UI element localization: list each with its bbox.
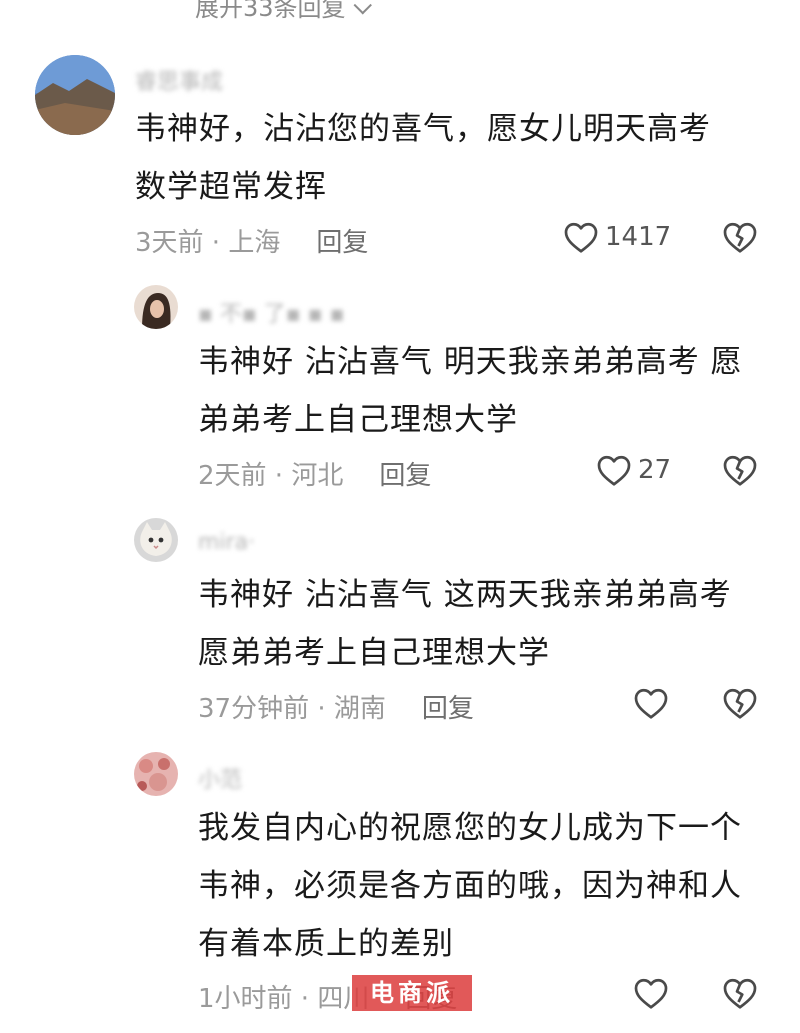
comment-text-line: 韦神好，沾沾您的喜气，愿女儿明天高考 (135, 111, 711, 147)
reply-button[interactable]: 回复 (422, 694, 474, 724)
comment-time: 3天前 (135, 228, 204, 258)
comment-text-line: 有着本质上的差别 (198, 926, 454, 962)
comment-text: 韦神好 沾沾喜气 这两天我亲弟弟高考 愿弟弟考上自己理想大学 (198, 566, 778, 682)
avatar[interactable] (134, 518, 178, 562)
like-count: 27 (638, 455, 672, 485)
comment-meta: 2天前 · 河北 回复 (198, 461, 432, 491)
avatar[interactable] (35, 55, 115, 135)
watermark: 电商派 (352, 975, 472, 1011)
comment-text: 韦神好 沾沾喜气 明天我亲弟弟高考 愿 弟弟考上自己理想大学 (198, 333, 778, 449)
avatar[interactable] (134, 285, 178, 329)
comment-meta: 3天前 · 上海 回复 (135, 228, 369, 258)
comment-location: 湖南 (333, 694, 386, 724)
chevron-down-icon (353, 0, 372, 15)
broken-heart-icon[interactable] (722, 976, 758, 1010)
heart-outline-icon[interactable] (633, 976, 669, 1010)
broken-heart-icon[interactable] (722, 686, 758, 720)
comment-text-line: 韦神好 沾沾喜气 明天我亲弟弟高考 愿 (198, 344, 743, 380)
expand-replies-label: 展开33条回复 (195, 0, 346, 22)
heart-outline-icon[interactable] (633, 686, 669, 720)
reply-button[interactable]: 回复 (316, 228, 368, 258)
comment-location: 河北 (291, 461, 344, 491)
comment-meta: 37分钟前 · 湖南 回复 (198, 694, 474, 724)
comment-text-line: 弟弟考上自己理想大学 (198, 402, 518, 438)
comment-username[interactable]: mira· (198, 530, 255, 555)
comment-text: 韦神好，沾沾您的喜气，愿女儿明天高考 数学超常发挥 (135, 100, 775, 216)
comment-location: 上海 (228, 228, 281, 258)
comment-time: 2天前 (198, 461, 267, 491)
heart-outline-icon[interactable] (563, 220, 599, 254)
comment-username[interactable]: ▪ 不▪ 了▪ ▪ ▪ (198, 296, 345, 328)
heart-outline-icon[interactable] (596, 453, 632, 487)
comment-time: 37分钟前 (198, 694, 310, 724)
avatar[interactable] (134, 752, 178, 796)
comment-username[interactable]: 睿思事成 (135, 64, 223, 96)
reply-button[interactable]: 回复 (379, 461, 431, 491)
comment-text-line: 韦神好 沾沾喜气 这两天我亲弟弟高考 (198, 577, 732, 613)
broken-heart-icon[interactable] (722, 453, 758, 487)
like-count: 1417 (605, 222, 672, 252)
comment-text-line: 数学超常发挥 (135, 169, 327, 205)
broken-heart-icon[interactable] (722, 220, 758, 254)
comment-text: 我发自内心的祝愿您的女儿成为下一个 韦神，必须是各方面的哦，因为神和人 有着本质… (198, 799, 778, 973)
comment-username[interactable]: 小范 (198, 762, 242, 794)
expand-replies-link[interactable]: 展开33条回复 (195, 0, 372, 23)
comment-time: 1小时前 (198, 984, 293, 1014)
comment-text-line: 我发自内心的祝愿您的女儿成为下一个 (198, 810, 742, 846)
comment-text-line: 愿弟弟考上自己理想大学 (198, 635, 550, 671)
comment-text-line: 韦神，必须是各方面的哦，因为神和人 (198, 868, 742, 904)
